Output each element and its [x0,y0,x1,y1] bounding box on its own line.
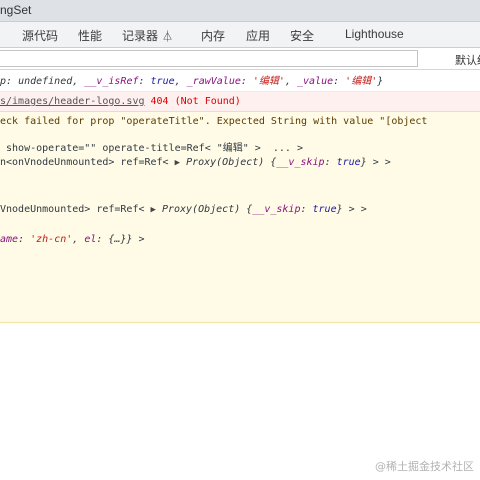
expand-triangle-icon[interactable]: ▶ [151,203,156,217]
warning-trace-line: ame: 'zh-cn', el: {…}} > [0,234,145,245]
error-text: s/images/header-logo.svg 404 (Not Found) [0,95,241,109]
tab-recorder-label: 记录器 [122,29,159,43]
tab-sources[interactable]: 源代码 [22,27,58,44]
tab-security[interactable]: 安全 [290,27,314,44]
warning-trace-line: VnodeUnmounted> ref=Ref< ▶ Proxy(Object)… [0,203,367,217]
error-resource-link[interactable]: s/images/header-logo.svg [0,96,145,107]
expand-triangle-icon[interactable]: ▶ [175,156,180,170]
window-titlebar: ngSet [0,0,480,22]
log-level-dropdown[interactable]: 默认级 [455,52,480,68]
warning-trace-line: show-operate="" operate-title=Ref< "编辑" … [0,143,303,154]
console-filter-bar: 默认级 [0,48,480,70]
warning-trace-line: n<onVnodeUnmounted> ref=Ref< ▶ Proxy(Obj… [0,156,391,170]
tab-memory[interactable]: 内存 [201,27,225,44]
tab-application[interactable]: 应用 [246,27,270,44]
console-output: p: undefined, __v_isRef: true, _rawValue… [0,71,480,480]
tab-performance[interactable]: 性能 [78,27,102,44]
watermark: @稀土掘金技术社区 [375,460,474,473]
window-title: ngSet [0,3,32,17]
flask-icon: ⏃ [162,31,174,43]
window-controls[interactable] [390,0,480,22]
devtools-tabbar: 源代码 性能 记录器 ⏃ 内存 应用 安全 Lighthouse [0,22,480,48]
tab-recorder[interactable]: 记录器 ⏃ [122,27,173,44]
tab-lighthouse[interactable]: Lighthouse [345,27,404,41]
error-status: 404 (Not Found) [144,96,241,107]
filter-input[interactable] [0,50,418,67]
console-log-message: p: undefined, __v_isRef: true, _rawValue… [0,71,480,92]
log-text: p: undefined, __v_isRef: true, _rawValue… [0,76,384,87]
console-error-message: s/images/header-logo.svg 404 (Not Found) [0,92,480,112]
warning-line: eck failed for prop "operateTitle". Expe… [0,116,428,127]
console-warning-message: eck failed for prop "operateTitle". Expe… [0,112,480,323]
